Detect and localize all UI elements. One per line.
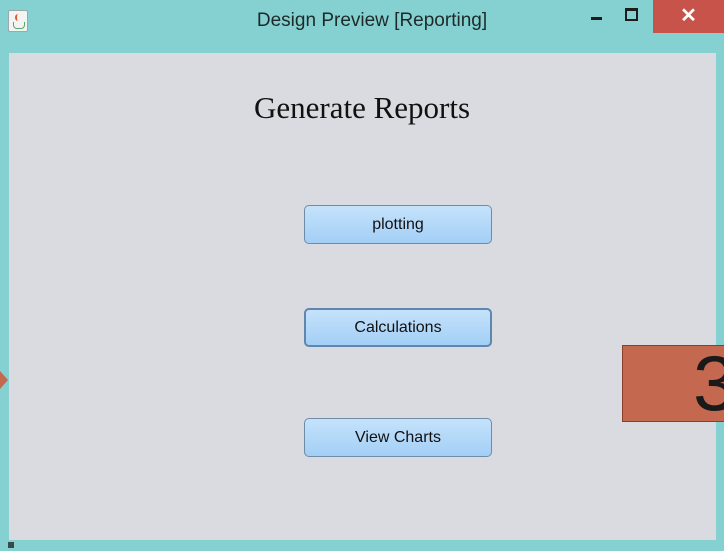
callout-box: 3 xyxy=(622,345,724,422)
maximize-icon[interactable] xyxy=(616,0,646,34)
calculations-button[interactable]: Calculations xyxy=(304,308,492,347)
app-window: Design Preview [Reporting] ✕ Generate Re… xyxy=(0,0,724,551)
plotting-button[interactable]: plotting xyxy=(304,205,492,244)
arrow-pointer-icon xyxy=(0,371,8,389)
content-panel: Generate Reports plotting Calculations V… xyxy=(9,53,716,540)
view-charts-button[interactable]: View Charts xyxy=(304,418,492,457)
title-bar[interactable]: Design Preview [Reporting] ✕ xyxy=(0,0,724,46)
callout-number: 3 xyxy=(693,346,724,421)
minimize-icon[interactable] xyxy=(582,0,612,34)
page-title: Generate Reports xyxy=(253,90,471,125)
close-icon[interactable]: ✕ xyxy=(653,0,724,33)
bottom-border xyxy=(0,540,724,551)
corner-mark xyxy=(8,542,14,548)
